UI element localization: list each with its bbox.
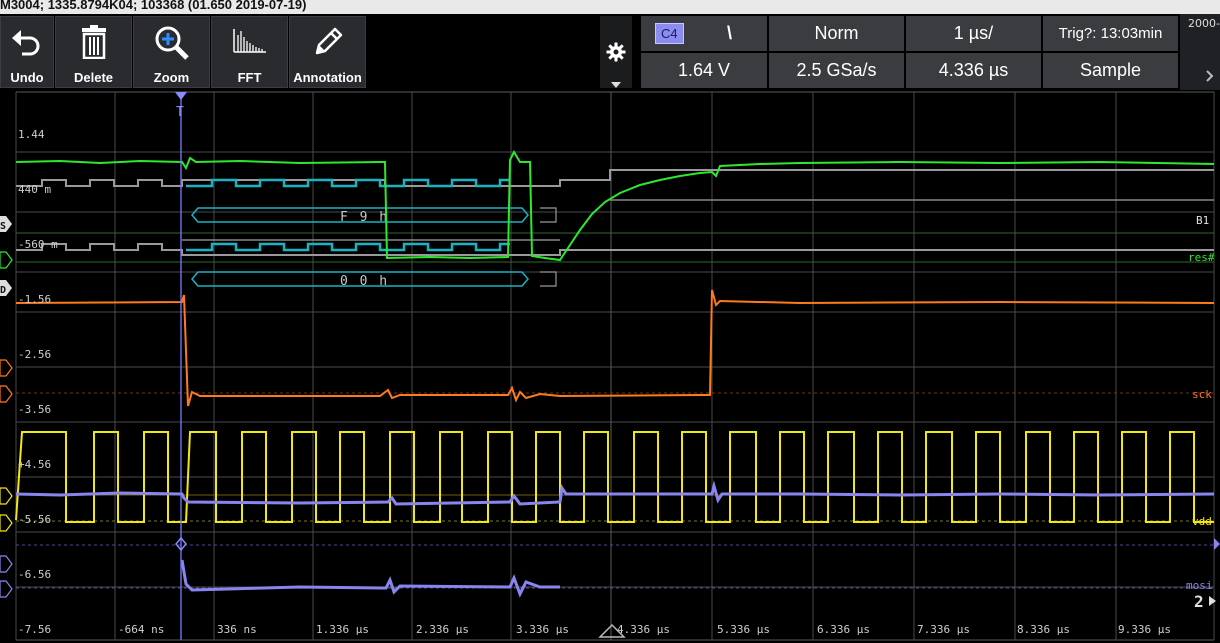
x-label-7: 5.336 µs: [717, 623, 770, 636]
trigger-position-marker[interactable]: [175, 92, 187, 100]
x-label-8: 6.336 µs: [817, 623, 870, 636]
toolbar: Undo Delete Zoom FFT Annotation C4 \ Nor…: [0, 14, 1220, 90]
x-label-1: -664 ns: [118, 623, 164, 636]
undo-label: Undo: [10, 70, 44, 85]
channel-label-res: res#: [1188, 251, 1215, 264]
bus-clock-lower: [186, 242, 510, 252]
trigger-source-cell[interactable]: C4 \: [641, 16, 767, 51]
gray-flat-trace: [182, 199, 1214, 241]
y-label-7: +4.56: [18, 458, 51, 471]
waveform-display[interactable]: F 9 h 0 0 h T 1.44 440 m -560 m -1.56 -2…: [0, 90, 1220, 643]
clock-trace-upper: [16, 169, 1214, 187]
x-axis-labels: -664 ns 336 ns 1.336 µs 2.336 µs 3.336 µ…: [118, 623, 1171, 636]
bus-frame-bracket: [540, 207, 557, 287]
x-label-2: 336 ns: [217, 623, 257, 636]
undo-button[interactable]: Undo: [0, 16, 54, 88]
y-label-5: -2.56: [18, 348, 51, 361]
x-label-4: 2.336 µs: [416, 623, 469, 636]
x-label-9: 7.336 µs: [917, 623, 970, 636]
trigger-mode-cell[interactable]: Norm: [769, 16, 904, 51]
acquisition-mode-cell[interactable]: Sample: [1043, 53, 1178, 88]
trigger-status-cell[interactable]: Trig?: 13:03min: [1043, 16, 1178, 51]
channel-label-vdd: vdd: [1192, 515, 1212, 528]
y-label-8: -5.56: [18, 513, 51, 526]
trigger-level-cell[interactable]: 1.64 V: [641, 53, 767, 88]
x-label-5: 3.336 µs: [516, 623, 569, 636]
orange-trace: [15, 289, 1215, 407]
zoom-icon: [155, 26, 189, 60]
channel-marker-yellow[interactable]: [0, 514, 13, 532]
y-label-9: -6.56: [18, 568, 51, 581]
purple-trace-lower: [180, 559, 560, 598]
y-label-3: -560 m: [18, 238, 58, 251]
y-axis-labels: 1.44 440 m -560 m -1.56 -2.56 -3.56 +4.5…: [18, 128, 58, 636]
channel-marker-res[interactable]: [0, 251, 13, 269]
left-channel-markers: S D: [0, 216, 13, 598]
channel-marker-purple-upper[interactable]: [0, 555, 13, 573]
channel-marker-vdd[interactable]: [0, 487, 13, 505]
chevron-right-icon: [1206, 70, 1214, 82]
page-next-icon[interactable]: [1209, 596, 1216, 606]
settings-button[interactable]: [600, 16, 632, 88]
graticule: [15, 91, 1215, 641]
fft-button[interactable]: FFT: [211, 16, 288, 88]
mosi-offset-marker[interactable]: [1214, 538, 1220, 550]
sample-rate-cell[interactable]: 2.5 GSa/s: [769, 53, 904, 88]
title-bar: M3004; 1335.8794K04; 103368 (01.650 2019…: [0, 0, 1220, 14]
horizontal-position-cell[interactable]: 4.336 µs: [906, 53, 1041, 88]
trash-icon: [81, 25, 106, 59]
zoom-label: Zoom: [153, 70, 190, 85]
undo-arrow-icon: [12, 30, 40, 56]
corner-panel[interactable]: 2000-: [1180, 14, 1220, 90]
channel-marker-mosi[interactable]: [0, 580, 13, 598]
timebase-cell[interactable]: 1 µs/: [906, 16, 1041, 51]
corner-text: 2000-: [1188, 17, 1220, 30]
marker-d-label: D: [0, 285, 6, 296]
trigger-slope-icon: \: [727, 23, 733, 43]
channel-label-mosi: mosi: [1186, 579, 1213, 592]
delete-button[interactable]: Delete: [55, 16, 132, 88]
chevron-down-icon: [611, 82, 621, 88]
y-label-6: -3.56: [18, 403, 51, 416]
page-number: 2: [1194, 592, 1204, 611]
trigger-t-marker: T: [176, 105, 184, 120]
channel-label-sck: sck: [1192, 388, 1212, 401]
bus-decode-value-00: 0 0 h: [340, 274, 389, 289]
x-label-10: 8.336 µs: [1017, 623, 1070, 636]
zoom-button[interactable]: Zoom: [133, 16, 210, 88]
pen-icon: [315, 27, 342, 55]
fft-label: FFT: [237, 70, 262, 85]
x-label-6: 4.336 µs: [617, 623, 670, 636]
y-label-4: -1.56: [18, 293, 51, 306]
channel-marker-sck[interactable]: [0, 385, 13, 403]
annotation-button[interactable]: Annotation: [289, 16, 366, 88]
bus-decode-value-f9: F 9 h: [340, 210, 389, 225]
x-label-3: 1.336 µs: [316, 623, 369, 636]
gear-icon: [606, 42, 626, 62]
x-label-11: 9.336 µs: [1118, 623, 1171, 636]
channel-label-b1: B1: [1196, 214, 1209, 227]
green-trace: [15, 149, 1215, 262]
marker-s-label: S: [0, 221, 6, 232]
fft-spectrum-icon: [232, 29, 266, 53]
trigger-source-badge: C4: [655, 23, 684, 44]
annotation-label: Annotation: [293, 70, 362, 85]
delete-label: Delete: [73, 70, 114, 85]
title-text: M3004; 1335.8794K04; 103368 (01.650 2019…: [0, 0, 307, 12]
y-label-10: -7.56: [18, 623, 51, 636]
y-label-2: 440 m: [18, 183, 51, 196]
channel-marker-sck-upper[interactable]: [0, 359, 13, 377]
y-label-1: 1.44: [18, 128, 45, 141]
